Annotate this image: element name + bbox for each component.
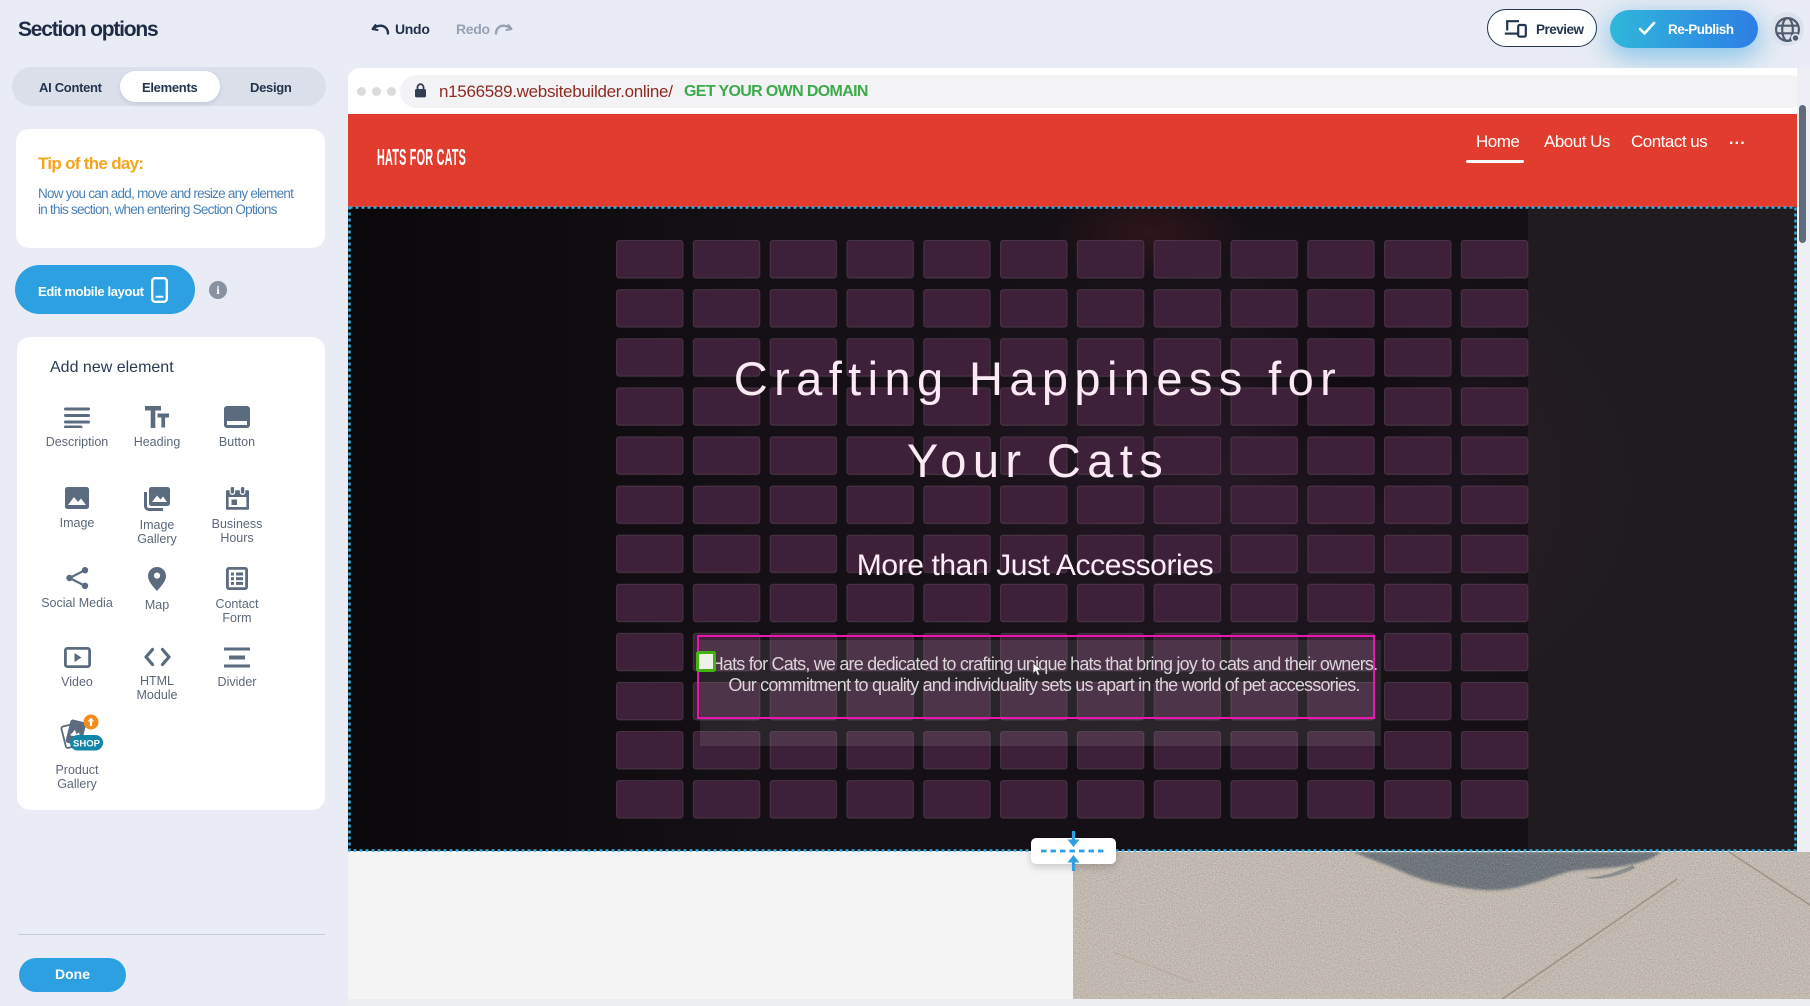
svg-text:SHOP: SHOP	[73, 739, 101, 750]
